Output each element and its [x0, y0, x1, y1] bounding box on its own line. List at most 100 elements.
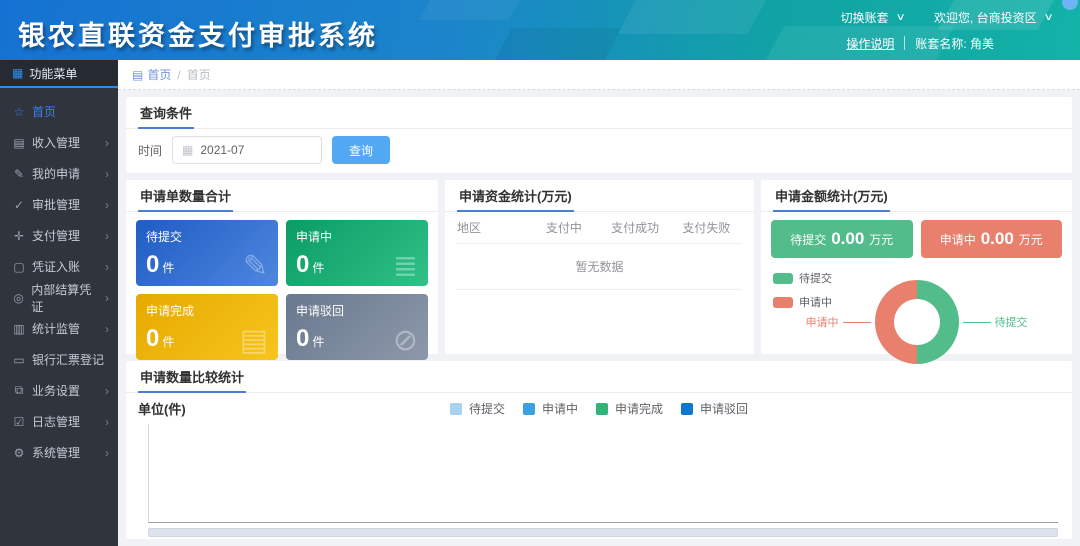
sidebar-item-log-management[interactable]: ☑ 日志管理 › — [0, 406, 118, 437]
funds-section-title: 申请资金统计(万元) — [457, 180, 574, 212]
edit-box-icon: ☑ — [12, 415, 26, 429]
amount-section-title: 申请金额统计(万元) — [773, 180, 890, 212]
breadcrumb-root-label: 首页 — [147, 66, 171, 83]
app-header: 银农直联资金支付审批系统 切换账套 ∨ 欢迎您, 台商投资区 ∨ 操作说明 账套… — [0, 0, 1080, 60]
notification-dot[interactable] — [1062, 0, 1078, 10]
stat-card-rejected[interactable]: 申请驳回 0件 ⊘ — [286, 294, 428, 360]
sidebar-item-label: 支付管理 — [32, 227, 80, 244]
query-panel: 查询条件 时间 ▦ 2021-07 查询 — [126, 97, 1072, 173]
breadcrumb: ▤ 首页 / 首页 — [118, 60, 1080, 90]
sidebar-item-statistics-supervision[interactable]: ▥ 统计监管 › — [0, 313, 118, 344]
sidebar-item-label: 日志管理 — [32, 413, 80, 430]
welcome-user-label[interactable]: 欢迎您, 台商投资区 — [934, 9, 1037, 26]
sidebar-item-voucher-entry[interactable]: ▢ 凭证入账 › — [0, 251, 118, 282]
stat-card-unit: 件 — [312, 335, 324, 349]
donut-label-text: 申请中 — [806, 314, 839, 330]
legend-swatch-red — [773, 297, 793, 308]
data-zoom-slider[interactable] — [148, 528, 1058, 537]
sidebar-item-label: 首页 — [32, 103, 56, 120]
column-header-region: 地区 — [457, 219, 528, 236]
operation-guide-link[interactable]: 操作说明 — [846, 35, 894, 52]
application-count-panel: 申请单数量合计 待提交 0件 ✎ 申请中 0件 ≣ 申请完成 — [126, 180, 438, 354]
donut-label-pending-submit: 待提交 — [963, 314, 1028, 330]
legend-item-pending-submit[interactable]: 待提交 — [450, 400, 505, 417]
legend-label: 待提交 — [799, 270, 832, 286]
settings-gear-icon: ⚙ — [12, 446, 26, 460]
sidebar-header-label: 功能菜单 — [29, 65, 77, 82]
legend-item-in-progress[interactable]: 申请中 — [773, 294, 832, 310]
comparison-chart-header: 单位(件) 待提交 申请中 申请完成 — [126, 393, 1072, 422]
stat-card-pending-submit[interactable]: 待提交 0件 ✎ — [136, 220, 278, 286]
chevron-right-icon: › — [105, 198, 109, 212]
comparison-chart-panel: 申请数量比较统计 单位(件) 待提交 申请中 申请完成 — [126, 361, 1072, 539]
chevron-right-icon: › — [105, 167, 109, 181]
amount-statistics-panel: 申请金额统计(万元) 待提交 0.00 万元 申请中 0.00 万元 — [761, 180, 1072, 354]
donut-label-text: 待提交 — [995, 314, 1028, 330]
badge-label: 申请中 — [940, 231, 976, 248]
stat-card-label: 申请驳回 — [296, 302, 418, 319]
chevron-right-icon: › — [105, 415, 109, 429]
document-icon: ▤ — [12, 136, 26, 150]
chevron-down-icon[interactable]: ∨ — [895, 12, 905, 23]
sidebar-item-my-applications[interactable]: ✎ 我的申请 › — [0, 158, 118, 189]
link-icon: ⧉ — [12, 383, 26, 398]
bar-chart-plot-area — [148, 424, 1058, 523]
chevron-right-icon: › — [105, 322, 109, 336]
stat-cards-grid: 待提交 0件 ✎ 申请中 0件 ≣ 申请完成 0件 ▤ — [126, 212, 438, 370]
account-name-label: 账套名称: 角美 — [915, 35, 994, 52]
chevron-right-icon: › — [105, 446, 109, 460]
funds-title-row: 申请资金统计(万元) — [445, 180, 754, 212]
briefcase-icon: ▢ — [12, 260, 26, 274]
unit-label: 单位(件) — [138, 399, 186, 418]
search-button[interactable]: 查询 — [332, 136, 390, 164]
menu-grid-icon: ▦ — [12, 66, 23, 80]
comparison-legend: 待提交 申请中 申请完成 申请驳回 — [450, 400, 748, 417]
sidebar-item-approval-management[interactable]: ✓ 审批管理 › — [0, 189, 118, 220]
sidebar-item-bank-draft-registration[interactable]: ▭ 银行汇票登记 — [0, 344, 118, 375]
legend-item-completed[interactable]: 申请完成 — [596, 400, 663, 417]
stat-card-value: 0 — [296, 325, 309, 352]
switch-account-link[interactable]: 切换账套 — [841, 9, 889, 26]
amount-badge-pending-submit: 待提交 0.00 万元 — [771, 220, 913, 258]
funds-table-header: 地区 支付中 支付成功 支付失败 — [457, 212, 742, 244]
legend-item-pending-submit[interactable]: 待提交 — [773, 270, 832, 286]
donut-legend: 待提交 申请中 — [773, 270, 832, 318]
breadcrumb-home-link[interactable]: ▤ 首页 — [132, 66, 171, 83]
sidebar-item-system-management[interactable]: ⚙ 系统管理 › — [0, 437, 118, 468]
column-header-paying: 支付中 — [528, 219, 599, 236]
comparison-section-title: 申请数量比较统计 — [138, 361, 246, 393]
month-picker-value: 2021-07 — [200, 143, 244, 157]
pen-icon: ✎ — [12, 167, 26, 181]
document-icon: ▤ — [240, 326, 268, 356]
sidebar-menu: ☆ 首页 ▤ 收入管理 › ✎ 我的申请 › ✓ 审批管理 › ✛ 支付管理 ›… — [0, 88, 118, 468]
stat-card-in-progress[interactable]: 申请中 0件 ≣ — [286, 220, 428, 286]
stat-card-label: 待提交 — [146, 228, 268, 245]
stat-card-completed[interactable]: 申请完成 0件 ▤ — [136, 294, 278, 360]
stat-card-unit: 件 — [312, 261, 324, 275]
stat-card-value: 0 — [146, 325, 159, 352]
stat-card-label: 申请中 — [296, 228, 418, 245]
legend-label: 申请中 — [799, 294, 832, 310]
legend-item-rejected[interactable]: 申请驳回 — [681, 400, 748, 417]
sidebar-item-home[interactable]: ☆ 首页 — [0, 96, 118, 127]
sidebar-item-payment-management[interactable]: ✛ 支付管理 › — [0, 220, 118, 251]
content: 查询条件 时间 ▦ 2021-07 查询 申请单数量合计 待提交 — [118, 90, 1080, 546]
document-edit-icon: ✎ — [243, 252, 268, 282]
amount-badge-in-progress: 申请中 0.00 万元 — [921, 220, 1063, 258]
chevron-right-icon: › — [105, 229, 109, 243]
sidebar-item-income-management[interactable]: ▤ 收入管理 › — [0, 127, 118, 158]
sidebar-item-business-settings[interactable]: ⧉ 业务设置 › — [0, 375, 118, 406]
breadcrumb-separator: / — [177, 68, 180, 82]
legend-item-in-progress[interactable]: 申请中 — [523, 400, 578, 417]
month-picker-input[interactable]: ▦ 2021-07 — [172, 136, 322, 164]
sidebar-item-internal-settlement-voucher[interactable]: ◎ 内部结算凭证 › — [0, 282, 118, 313]
legend-swatch-dark-blue — [681, 403, 693, 415]
breadcrumb-current: 首页 — [187, 66, 211, 83]
chevron-right-icon: › — [105, 291, 109, 305]
chevron-down-icon[interactable]: ∨ — [1043, 12, 1053, 23]
legend-swatch-blue — [523, 403, 535, 415]
sidebar-item-label: 统计监管 — [32, 320, 80, 337]
donut-chart[interactable] — [875, 280, 959, 364]
donut-label-line — [843, 322, 871, 323]
legend-label: 申请中 — [542, 400, 578, 417]
